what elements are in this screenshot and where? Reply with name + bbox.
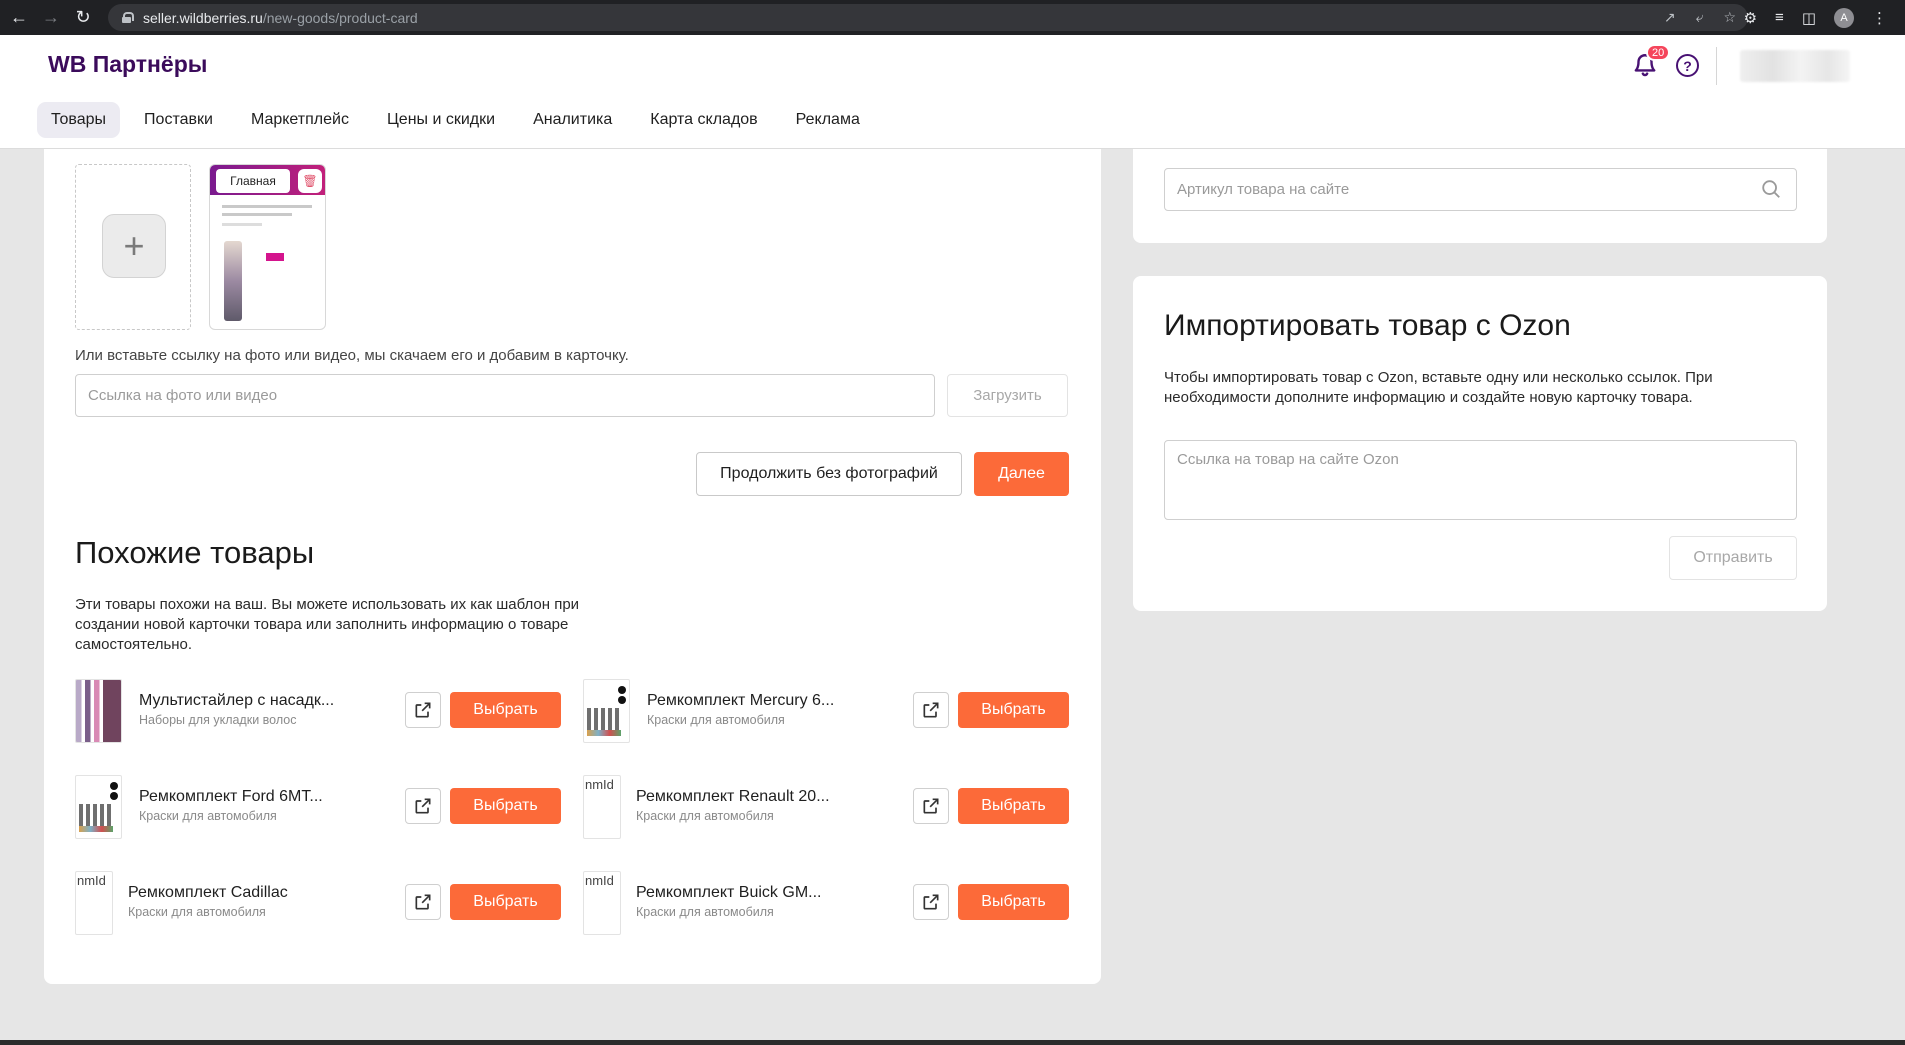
star-icon[interactable]: ☆ [1723,9,1736,26]
tab-analytics[interactable]: Аналитика [519,102,626,138]
ozon-import-panel: Импортировать товар с Ozon Чтобы импорти… [1133,276,1827,611]
similar-goods-description: Эти товары похожи на ваш. Вы можете испо… [75,596,580,653]
choose-button[interactable]: Выбрать [450,788,561,824]
upload-button[interactable]: Загрузить [947,374,1068,417]
next-button[interactable]: Далее [974,452,1069,496]
list-item: nmId Ремкомплект Cadillac Краски для авт… [75,871,561,935]
article-search-panel [1133,149,1827,243]
url-text: seller.wildberries.ru/new-goods/product-… [143,9,418,26]
article-search-input[interactable] [1164,168,1797,211]
external-link-icon[interactable] [913,884,949,920]
notification-badge: 20 [1646,44,1671,61]
main-photo-label: Главная [216,169,290,193]
external-link-icon[interactable] [405,692,441,728]
product-category: Наборы для укладки волос [139,713,297,727]
product-name[interactable]: Ремкомплект Ford 6MT... [139,788,323,806]
product-name[interactable]: Мультистайлер с насадк... [139,692,334,710]
share-icon[interactable]: ⤶ [1696,9,1704,26]
external-link-icon[interactable] [913,692,949,728]
browser-toolbar: ← → ↻ seller.wildberries.ru/new-goods/pr… [0,0,1905,35]
list-item: Ремкомплект Ford 6MT... Краски для автом… [75,775,561,839]
address-bar[interactable]: seller.wildberries.ru/new-goods/product-… [108,4,1748,31]
product-name[interactable]: Ремкомплект Mercury 6... [647,692,834,710]
choose-button[interactable]: Выбрать [958,884,1069,920]
external-link-icon[interactable] [405,788,441,824]
user-profile-blurred[interactable] [1740,50,1850,82]
similar-goods-title: Похожие товары [75,535,315,570]
broken-image-thumbnail[interactable]: nmId [583,871,621,935]
logo[interactable]: WB Партнёры [48,51,207,78]
list-item: nmId Ремкомплект Renault 20... Краски дл… [583,775,1069,839]
menu-icon[interactable]: ⋮ [1872,9,1887,27]
product-name[interactable]: Ремкомплект Cadillac [128,884,288,902]
product-category: Краски для автомобиля [128,905,266,919]
choose-button[interactable]: Выбрать [958,692,1069,728]
list-item: Мультистайлер с насадк... Наборы для укл… [75,679,561,743]
product-category: Краски для автомобиля [139,809,277,823]
ozon-link-field[interactable] [1164,440,1797,520]
app-header: WB Партнёры 20 ? Товары Поставки Маркетп… [0,35,1905,149]
external-link-icon[interactable] [913,788,949,824]
extensions-icon[interactable]: ⚙ [1744,9,1757,27]
product-category: Краски для автомобиля [647,713,785,727]
list-item: nmId Ремкомплект Buick GM... Краски для … [583,871,1069,935]
continue-without-photos-button[interactable]: Продолжить без фотографий [696,452,962,496]
product-thumbnail[interactable] [583,679,630,743]
back-icon[interactable]: ← [6,5,32,31]
photo-link-input[interactable] [75,374,935,417]
ozon-import-title: Импортировать товар с Ozon [1164,309,1571,342]
header-divider [1716,47,1717,85]
tab-ads[interactable]: Реклама [782,102,874,138]
search-icon[interactable] [1760,178,1782,200]
send-button[interactable]: Отправить [1669,536,1797,580]
product-thumbnail[interactable] [75,679,122,743]
tab-prices[interactable]: Цены и скидки [373,102,509,138]
add-photo-area[interactable]: + [75,164,191,330]
product-name[interactable]: Ремкомплект Renault 20... [636,788,830,806]
reload-icon[interactable]: ↻ [70,5,96,31]
external-link-icon[interactable] [405,884,441,920]
help-icon[interactable]: ? [1676,54,1699,77]
photo-link-hint: Или вставьте ссылку на фото или видео, м… [75,347,629,364]
reading-list-icon[interactable]: ≡ [1775,9,1784,26]
product-card-panel: + Главная 🗑 Или вставьте ссылку на фото … [44,149,1101,984]
list-item: Ремкомплект Mercury 6... Краски для авто… [583,679,1069,743]
product-name[interactable]: Ремкомплект Buick GM... [636,884,821,902]
main-photo-thumbnail[interactable]: Главная 🗑 [209,164,326,330]
main-nav: Товары Поставки Маркетплейс Цены и скидк… [37,102,884,138]
lock-icon [122,12,134,23]
choose-button[interactable]: Выбрать [450,692,561,728]
broken-image-thumbnail[interactable]: nmId [75,871,113,935]
choose-button[interactable]: Выбрать [450,884,561,920]
tab-warehouse-map[interactable]: Карта складов [636,102,771,138]
tab-marketplace[interactable]: Маркетплейс [237,102,363,138]
tab-goods[interactable]: Товары [37,102,121,138]
ozon-import-description: Чтобы импортировать товар с Ozon, вставь… [1164,369,1713,406]
plus-icon[interactable]: + [102,214,166,278]
bottom-edge [0,1040,1905,1045]
profile-avatar[interactable]: A [1834,7,1854,28]
open-in-new-icon[interactable]: ↗ [1664,9,1676,26]
product-thumbnail[interactable] [75,775,122,839]
trash-icon[interactable]: 🗑 [298,169,322,193]
forward-icon[interactable]: → [38,5,64,31]
side-panel-icon[interactable]: ◫ [1802,9,1816,27]
product-category: Краски для автомобиля [636,905,774,919]
tab-supplies[interactable]: Поставки [130,102,227,138]
product-category: Краски для автомобиля [636,809,774,823]
choose-button[interactable]: Выбрать [958,788,1069,824]
broken-image-thumbnail[interactable]: nmId [583,775,621,839]
